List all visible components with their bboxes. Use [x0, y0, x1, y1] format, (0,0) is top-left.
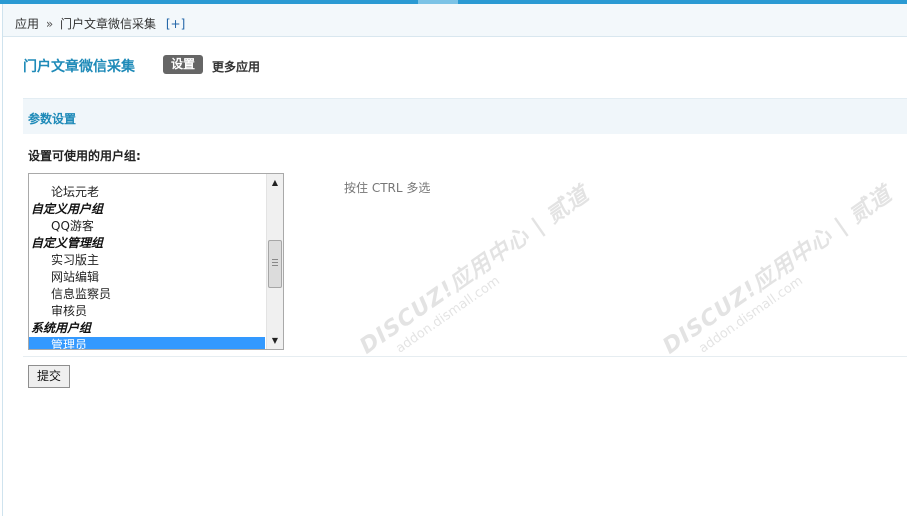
- usergroup-option[interactable]: [29, 174, 265, 184]
- usergroup-option[interactable]: 信息监察员: [29, 286, 265, 303]
- usergroup-optgroup: 自定义用户组: [31, 202, 104, 216]
- usergroup-optgroup: 自定义管理组: [31, 236, 104, 250]
- tab-more-apps[interactable]: 更多应用: [212, 58, 260, 75]
- usergroup-option[interactable]: 管理员: [29, 337, 265, 349]
- left-border: [2, 4, 3, 516]
- usergroup-option[interactable]: 实习版主: [29, 252, 265, 269]
- breadcrumb-bar: 应用 » 门户文章微信采集 [+]: [3, 4, 907, 37]
- usergroup-label: 设置可使用的用户组:: [28, 149, 141, 163]
- usergroup-option[interactable]: QQ游客: [29, 218, 265, 235]
- watermark: DISCUZ!应用中心 | 贰道 addon.dismall.com: [352, 177, 603, 372]
- usergroup-option[interactable]: 论坛元老: [29, 184, 265, 201]
- breadcrumb-root-link[interactable]: 应用: [15, 17, 39, 31]
- page-title: 门户文章微信采集: [23, 59, 135, 75]
- thumb-grip: [272, 262, 278, 263]
- submit-button[interactable]: 提交: [28, 365, 70, 388]
- form-divider: [23, 356, 907, 357]
- tab-settings[interactable]: 设置: [163, 55, 203, 74]
- section-title: 参数设置: [28, 112, 77, 126]
- watermark-brand: DISCUZ!应用中心 | 贰道: [355, 181, 594, 360]
- multiselect-hint: 按住 CTRL 多选: [344, 181, 431, 195]
- watermark-brand: DISCUZ!应用中心 | 贰道: [658, 181, 897, 360]
- usergroup-option[interactable]: 审核员: [29, 303, 265, 320]
- usergroup-optgroup: 系统用户组: [31, 321, 92, 335]
- listbox-scrollbar[interactable]: ▲ ▼: [266, 174, 283, 349]
- usergroup-multiselect[interactable]: 论坛元老 自定义用户组 QQ游客 自定义管理组实习版主 网站编辑 信息监察员 审核员 系统用户…: [28, 173, 284, 350]
- watermark-url: addon.dismall.com: [696, 273, 806, 357]
- usergroup-options: 论坛元老 自定义用户组 QQ游客 自定义管理组实习版主 网站编辑 信息监察员 审核员 系统用户…: [29, 174, 265, 349]
- scroll-down-arrow-icon[interactable]: ▼: [267, 332, 283, 349]
- usergroup-option[interactable]: 网站编辑: [29, 269, 265, 286]
- breadcrumb-current: 门户文章微信采集: [60, 17, 157, 31]
- scroll-up-arrow-icon[interactable]: ▲: [267, 174, 283, 191]
- breadcrumb-separator: »: [45, 17, 54, 31]
- breadcrumb: 应用 » 门户文章微信采集 [+]: [15, 15, 185, 32]
- watermark-url: addon.dismall.com: [393, 273, 503, 357]
- watermark: DISCUZ!应用中心 | 贰道 addon.dismall.com: [655, 177, 906, 372]
- thumb-grip: [272, 265, 278, 266]
- add-shortcut-link[interactable]: [+]: [166, 17, 185, 31]
- scrollbar-thumb[interactable]: [268, 240, 282, 288]
- section-header: 参数设置: [23, 98, 907, 134]
- thumb-grip: [272, 259, 278, 260]
